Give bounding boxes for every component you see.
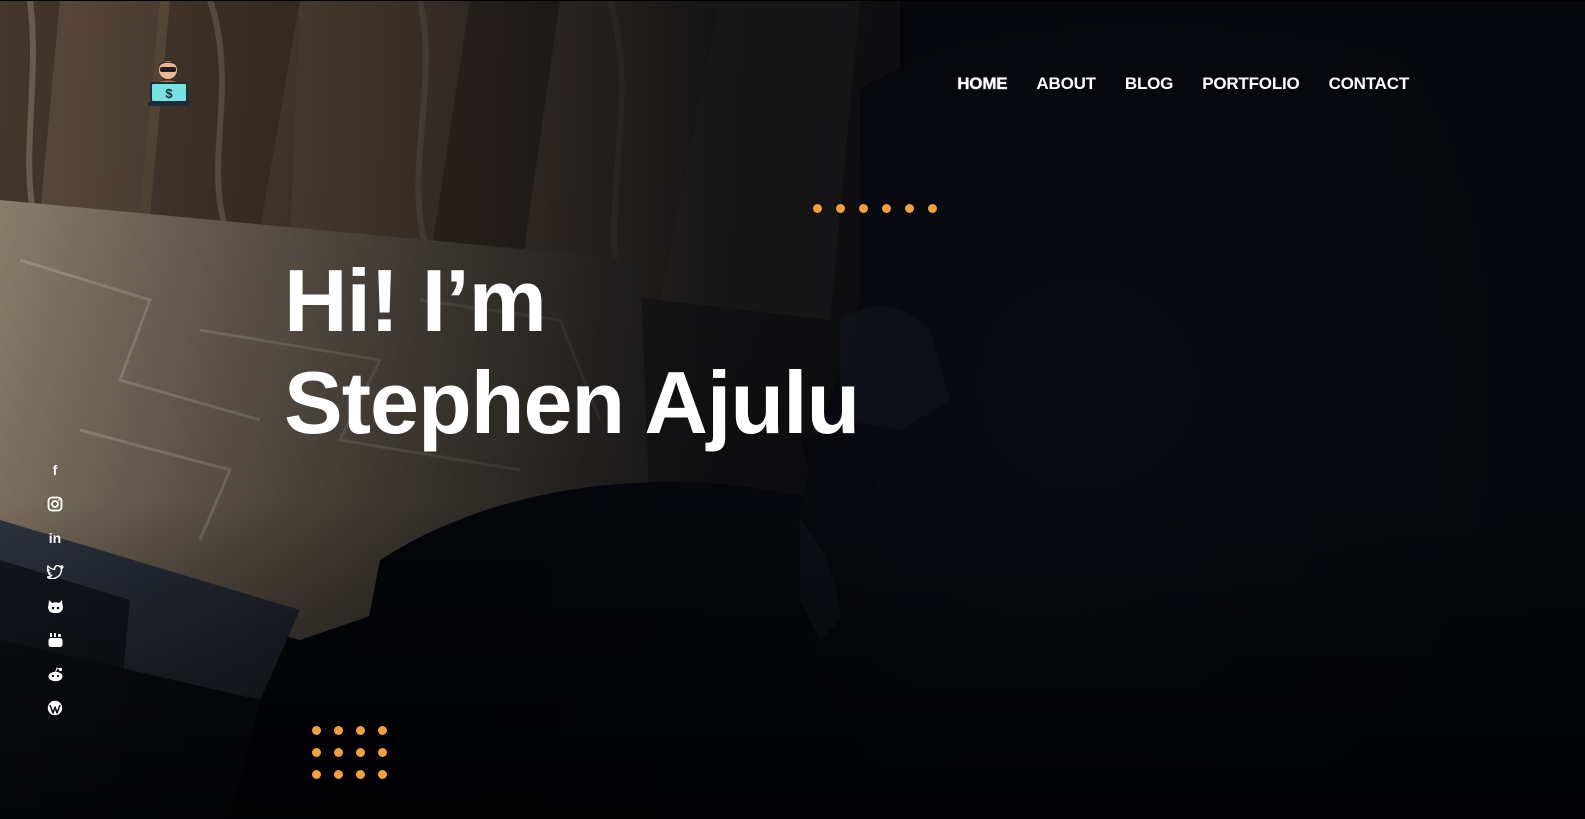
main-navigation: HOME ABOUT BLOG PORTFOLIO CONTACT (957, 72, 1409, 96)
decorative-dot (312, 770, 321, 779)
nav-about[interactable]: ABOUT (1036, 72, 1096, 96)
wordpress-icon (47, 700, 63, 716)
youtube-icon (48, 633, 62, 647)
social-link-wordpress[interactable] (44, 698, 66, 718)
hero-greeting: Hi! I’m (284, 251, 547, 350)
decorative-dot (813, 204, 822, 213)
social-link-linkedin[interactable]: in (44, 528, 66, 548)
twitter-icon (46, 565, 64, 579)
social-link-github[interactable] (44, 596, 66, 616)
decorative-dot (334, 726, 343, 735)
decorative-dot (859, 204, 868, 213)
decorative-dot (356, 748, 365, 757)
reddit-icon (48, 666, 62, 681)
social-link-facebook[interactable]: f (44, 460, 66, 480)
github-icon (47, 599, 63, 613)
decorative-dot (312, 748, 321, 757)
decorative-dot (378, 748, 387, 757)
site-logo[interactable]: $ (148, 58, 190, 108)
hacker-laptop-logo-icon: $ (148, 61, 190, 106)
decorative-dot (378, 726, 387, 735)
decorative-dot (334, 748, 343, 757)
decorative-dot (334, 770, 343, 779)
instagram-icon (47, 496, 63, 512)
social-links: f in (44, 460, 66, 718)
decorative-dot (905, 204, 914, 213)
nav-blog[interactable]: BLOG (1125, 72, 1174, 96)
decorative-dot (928, 204, 937, 213)
decorative-dot (882, 204, 891, 213)
social-link-reddit[interactable] (44, 664, 66, 684)
linkedin-icon: in (48, 530, 62, 546)
decorative-dots-row (813, 204, 937, 213)
social-link-twitter[interactable] (44, 562, 66, 582)
hero-section: $ HOME ABOUT BLOG PORTFOLIO CONTACT Hi! … (0, 0, 1585, 819)
top-border-line (0, 0, 1585, 1)
nav-home[interactable]: HOME (957, 72, 1007, 96)
decorative-dot (356, 726, 365, 735)
nav-contact[interactable]: CONTACT (1329, 72, 1410, 96)
facebook-icon: f (52, 462, 58, 478)
decorative-dot (836, 204, 845, 213)
decorative-dot (378, 770, 387, 779)
nav-portfolio[interactable]: PORTFOLIO (1202, 72, 1300, 96)
hero-name: Stephen Ajulu (284, 353, 860, 452)
social-link-youtube[interactable] (44, 630, 66, 650)
social-link-instagram[interactable] (44, 494, 66, 514)
svg-text:$: $ (165, 86, 173, 101)
decorative-dot (312, 726, 321, 735)
hero-headline: Hi! I’m Stephen Ajulu (284, 250, 860, 454)
decorative-dots-grid (312, 726, 387, 779)
decorative-dot (356, 770, 365, 779)
